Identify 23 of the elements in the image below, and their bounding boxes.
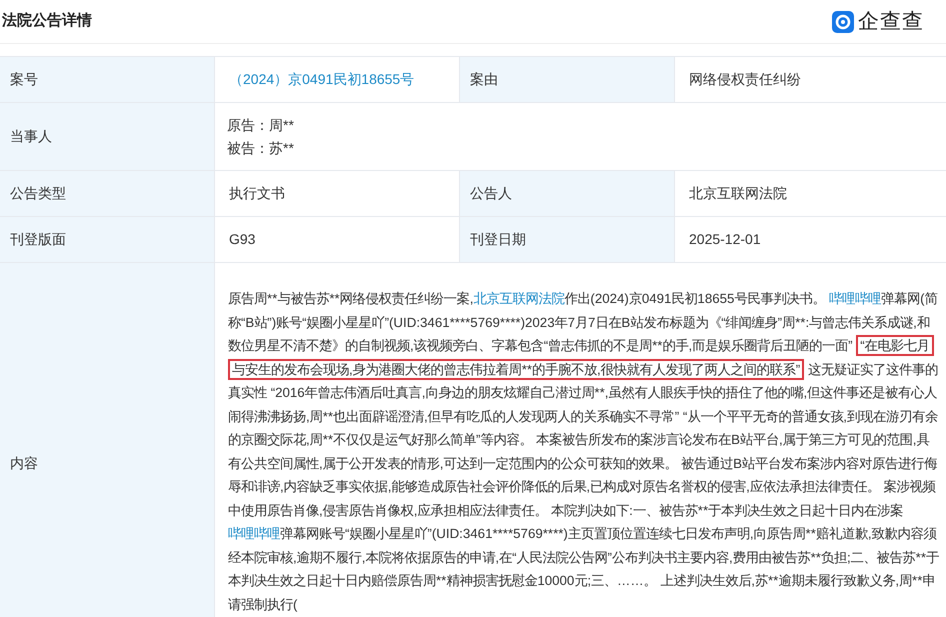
brand-name: 企查查 <box>858 8 924 35</box>
party-name: 原告：周** <box>227 116 295 134</box>
party-name: 被告：苏** <box>227 138 295 158</box>
field-label: 公告类型 <box>10 184 66 203</box>
court-link[interactable]: 哔哩哔哩 <box>829 291 882 306</box>
court-link[interactable]: 北京互联网法院 <box>473 291 564 306</box>
field-value: 网络侵权责任纠纷 <box>689 70 801 89</box>
field-value: G93 <box>229 230 256 249</box>
field-label: 当事人 <box>10 127 52 146</box>
logo-icon <box>832 10 854 32</box>
case-number-link[interactable]: （2024）京0491民初18655号 <box>229 69 414 90</box>
court-link[interactable]: 哔哩哔哩 <box>228 526 280 541</box>
field-label: 公告人 <box>470 184 512 203</box>
field-label: 刊登日期 <box>470 230 526 249</box>
field-value: 北京互联网法院 <box>689 184 787 203</box>
field-label: 内容 <box>10 454 38 472</box>
field-label: 案号 <box>10 70 38 89</box>
field-label: 刊登版面 <box>10 230 66 249</box>
field-value: 执行文书 <box>229 184 285 203</box>
page-title: 法院公告详情 <box>2 11 92 32</box>
field-label: 案由 <box>470 70 498 89</box>
content-paragraph: 原告周**与被告苏**网络侵权责任纠纷一案,北京互联网法院作出(2024)京0491民初18655号民事判决书。 哔哩哔哩弹幕网(简 称“B站”)账号“娱圈小星星吖”(UID:3461****5769****)2023年7月7日在B站发布标题为《“绯闻缠身”周**:与曾志伟关系成谜,和数位男星不清不楚》的自制视频,该视频旁白、字幕包含“曾志伟抓的不是周**的手,而是娱乐圈背后丑陋的一面” “在电影七月与安生的发布会现场,身为港圈大佬的曾志伟拉着周**的手腕不放,很快就有人发现了两人之间的联系” 这无疑证实了这件事的真实性 “2016年曾志伟酒后吐真言,向身边的朋友炫耀自己潜过周**,虽然有人眼疾手快的捂住了他的嘴,但这件事还是被有心人闹得沸沸扬扬,周**也出面辟谣澄清,但早有吃瓜的人发现两人的关系确实不寻常” “从一个平平无奇的普通女孩,到现在游刃有余的京圈交际花,周**不仅仅是运气好那么简单”等内容。 本案被告所发布的案涉言论发布在B站平台,属于第三方可见的范围,具有公共空间属性,属于公开发表的情形,可达到一定范围内的公众可获知的效果。 被告通过B站平台发布案涉内容对原告进行侮辱和诽谤,内容缺乏事实依据,能够造成原告社会评价降低的后果,已构成对原告名誉权的侵害,应依法承担法律责任。 案涉视频中使用原告肖像,侵害原告肖像权,应承担相应法律责任。 本院判决如下:一、被告苏**于本判决生效之日起十日内在涉案 哔哩哔哩弹幕网账号“娱圈小星星吖”(UID:3461****5769****)主页置顶位置连续七日发布声明,向原告周**赔礼道歉,致歉内容须 经本院审核,逾期不履行,本院将依据原告的申请,在“人民法院公告网”公布判决书主要内容,费用由被告苏**负担;二、被告苏**于本判决生效之日起十日内赔偿原告周**精神损害抚慰金10000元;三、……。 上述判决生效后,苏**逾期未履行致歉义务,周**申请强制执行( <box>228 290 940 614</box>
field-value: 2025-12-01 <box>689 230 761 249</box>
